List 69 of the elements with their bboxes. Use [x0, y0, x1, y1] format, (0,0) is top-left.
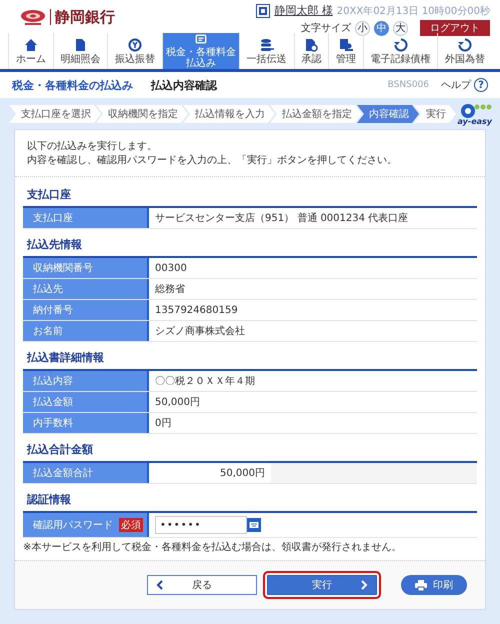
payeasy-logo-text: ay-easy: [458, 118, 492, 126]
required-badge: 必須: [119, 518, 143, 532]
help-icon[interactable]: ?: [474, 78, 488, 92]
font-size-option[interactable]: 小: [355, 20, 370, 36]
page-title: 払込内容確認: [151, 78, 217, 92]
field-label-cell: 払込先: [23, 279, 149, 299]
field-value: 総務省: [154, 282, 186, 297]
step-item: 収納機関を指定: [96, 105, 188, 123]
field-label-cell: 払込金額: [23, 392, 149, 412]
section-heading: 支払口座: [26, 187, 72, 203]
field-label-cell: 収納機関番号: [23, 258, 149, 278]
section-heading: 払込合計金額: [26, 442, 94, 458]
document-icon: [73, 38, 88, 52]
font-size-option[interactable]: 大: [393, 20, 408, 36]
field-value: 00300: [154, 262, 188, 276]
printer-icon: [415, 580, 427, 590]
field-value: シズノ商事株式会社: [154, 324, 246, 339]
field-label-cell: お名前: [23, 321, 149, 341]
back-button[interactable]: 戻る: [147, 575, 257, 595]
document-icon: [304, 38, 318, 52]
login-datetime: 20XX年02月13日 10時00分00秒: [336, 4, 490, 18]
chevron-right-icon: [360, 580, 368, 590]
intro-text: 以下の払込みを実行します。 内容を確認し、確認用パスワードを入力の上、「実行」ボタンを押してください。: [15, 130, 485, 177]
field-value: 50,000円: [154, 396, 201, 410]
font-size-option[interactable]: 中: [374, 20, 389, 36]
section-heading: 認証情報: [26, 492, 72, 508]
section-title: 税金・各種料金の払込み: [12, 78, 133, 92]
database-icon: [260, 38, 274, 52]
field-label-cell: 払込内容: [23, 371, 149, 391]
nav-tab[interactable]: ホーム: [8, 33, 53, 69]
nav-tab[interactable]: 承認: [294, 33, 328, 69]
step-item: 払込金額を指定: [270, 105, 362, 123]
user-name-link[interactable]: 静岡太郎 様: [274, 3, 333, 18]
refresh-icon: [394, 38, 408, 52]
field-value: サービスセンター支店（951） 普通 0001234 代表口座: [154, 212, 410, 226]
nav-tab[interactable]: 電子記録債権: [362, 33, 438, 69]
field-value: 50,000円: [219, 467, 266, 481]
field-label-cell: 払込金額合計: [23, 463, 149, 483]
nav-tab[interactable]: 税金・各種料金払込み: [162, 33, 239, 69]
keyboard-icon[interactable]: [247, 518, 261, 532]
font-size-label: 文字サイズ: [301, 22, 351, 35]
home-icon: [24, 38, 38, 52]
field-value: 〇〇税２０ＸＸ年４期: [154, 374, 256, 389]
nav-tab[interactable]: 管理: [328, 33, 363, 69]
section-heading: 払込書詳細情報: [26, 350, 105, 366]
step-item: 内容確認: [357, 105, 419, 123]
field-label: 確認用パスワード: [33, 518, 113, 532]
bank-name: 静岡銀行: [50, 9, 115, 25]
step-item: 払込情報を入力: [183, 105, 275, 123]
password-field[interactable]: ••••••: [155, 516, 247, 534]
help-link[interactable]: ヘルプ: [441, 78, 471, 92]
step-item: 実行: [414, 105, 456, 123]
field-label-cell: 納付番号: [23, 300, 149, 320]
field-label-cell: 内手数料: [23, 413, 149, 433]
field-value: 0円: [154, 417, 172, 431]
print-button[interactable]: 印刷: [401, 575, 467, 595]
nav-tab[interactable]: 一括伝送: [238, 33, 294, 69]
section-heading: 払込先情報: [26, 237, 83, 253]
refresh-icon: [458, 38, 472, 52]
field-label-cell: 支払口座: [23, 208, 149, 228]
chevron-left-icon: [156, 580, 164, 590]
logout-button[interactable]: ログアウト: [420, 20, 490, 36]
step-item: 支払口座を選択: [9, 105, 101, 123]
bank-logo-icon: [20, 8, 46, 26]
note-text: ※本サービスを利用して税金・各種料金を払込む場合は、領収書が発行されません。: [23, 540, 402, 554]
screen-id: BSNS006: [388, 80, 429, 90]
nav-tab[interactable]: 外国為替: [437, 33, 492, 69]
nav-tab[interactable]: 明細照会: [52, 33, 108, 69]
field-value: 1357924680159: [154, 304, 239, 318]
